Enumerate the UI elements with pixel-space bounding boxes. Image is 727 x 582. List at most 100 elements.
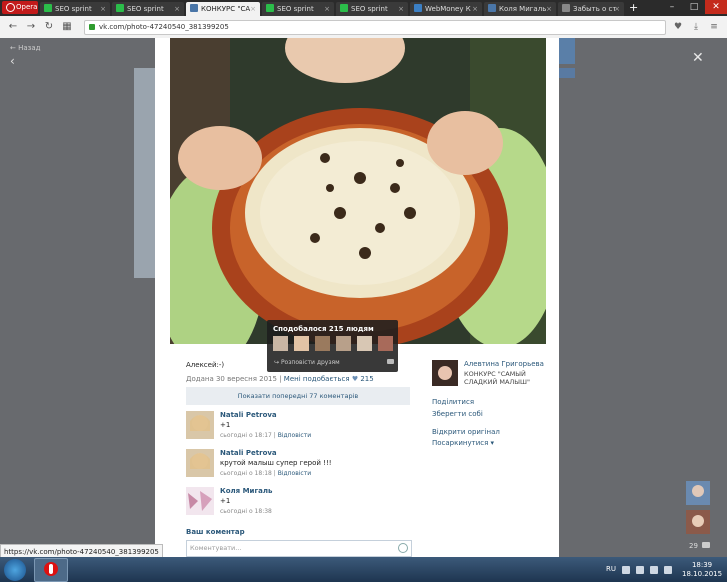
tab-close-icon[interactable]: × [614, 2, 620, 16]
opera-menu-button[interactable]: Opera [2, 1, 38, 14]
photo-date: Додана 30 вересня 2015 [186, 375, 277, 383]
volume-icon[interactable] [664, 566, 672, 574]
reply-link[interactable]: Відповісти [278, 470, 311, 477]
reload-button[interactable]: ↻ [42, 20, 56, 34]
tab-close-icon[interactable]: × [472, 2, 478, 16]
vk-header-background [559, 38, 575, 64]
show-previous-comments-button[interactable]: Показати попередні 77 коментарів [186, 387, 410, 405]
chat-online-count[interactable]: 29 [689, 542, 698, 550]
forward-button[interactable]: → [24, 20, 38, 34]
chat-contact-avatar[interactable] [686, 510, 710, 534]
liker-avatar[interactable] [273, 336, 288, 351]
comment-input[interactable]: Коментувати... [186, 540, 412, 557]
tab-favicon-icon [488, 4, 496, 12]
close-icon[interactable]: ✕ [692, 50, 704, 66]
reply-link[interactable]: Відповісти [278, 432, 311, 439]
download-icon[interactable]: ⤓ [690, 21, 702, 33]
comment-form-title: Ваш коментар [186, 528, 245, 536]
tab-close-icon[interactable]: × [100, 2, 106, 16]
back-button[interactable]: ← [6, 20, 20, 34]
browser-tab[interactable]: SEO sprint × [40, 2, 110, 16]
like-button[interactable]: Мені подобається [284, 375, 350, 383]
photo[interactable] [170, 38, 546, 344]
comment-author[interactable]: Коля Мигаль [220, 487, 272, 495]
photo-image [170, 38, 546, 344]
emoji-icon[interactable] [398, 543, 408, 553]
tab-close-icon[interactable]: × [546, 2, 552, 16]
comment-author[interactable]: Natali Petrova [220, 411, 277, 419]
windows-taskbar: RU 18:39 18.10.2015 [0, 557, 727, 582]
address-bar-row: ← → ↻ ▦ vk.com/photo-47240540_381399205 … [0, 16, 727, 39]
open-original-link[interactable]: Відкрити оригінал [432, 428, 500, 436]
url-input[interactable]: vk.com/photo-47240540_381399205 [84, 20, 666, 35]
share-link[interactable]: Поділитися [432, 398, 474, 406]
heart-icon[interactable]: ♥ [672, 21, 684, 33]
comment-item: Коля Мигаль +1 сьогодні о 18:38 [186, 487, 416, 521]
commenter-avatar[interactable] [186, 487, 214, 515]
more-actions-link[interactable]: Посаркинутися ▾ [432, 439, 494, 447]
chat-icon[interactable] [702, 542, 710, 548]
browser-tab[interactable]: SEO sprint × [262, 2, 334, 16]
browser-tab[interactable]: Коля Мигаль × [484, 2, 556, 16]
owner-name[interactable]: Алевтина Григорьева [464, 360, 544, 368]
liker-avatar[interactable] [357, 336, 372, 351]
language-indicator[interactable]: RU [606, 565, 616, 573]
tab-favicon-icon [44, 4, 52, 12]
home-grid-button[interactable]: ▦ [60, 20, 74, 34]
tab-close-icon[interactable]: × [324, 2, 330, 16]
browser-tab[interactable]: КОНКУРС "СА × [186, 2, 260, 16]
opera-taskbar-button[interactable] [34, 558, 68, 582]
likes-popup-title[interactable]: Сподобалося 215 людям [273, 325, 374, 333]
back-link[interactable]: ← Назад [10, 44, 41, 52]
opera-icon [44, 562, 58, 576]
tab-close-icon[interactable]: × [398, 2, 404, 16]
tab-favicon-icon [340, 4, 348, 12]
liker-avatar[interactable] [336, 336, 351, 351]
minimize-button[interactable]: – [661, 0, 683, 14]
browser-tab-bar: Opera SEO sprint × SEO sprint × КОНКУРС "СА ×… [0, 0, 727, 16]
commenter-avatar[interactable] [186, 411, 214, 439]
prev-photo-arrow-icon[interactable]: ‹ [10, 54, 15, 68]
menu-icon[interactable]: ≡ [708, 21, 720, 33]
album-name[interactable]: КОНКУРС "САМЫЙ СЛАДКИЙ МАЛЫШ" [464, 370, 554, 386]
comment-item: Natali Petrova +1 сьогодні о 18:17 | Від… [186, 411, 416, 445]
likes-popup: Сподобалося 215 людям ↪ Розповісти друзя… [267, 320, 398, 372]
tab-close-icon[interactable]: × [174, 2, 180, 16]
tab-favicon-icon [116, 4, 124, 12]
comment-text: +1 [220, 497, 231, 505]
owner-avatar[interactable] [432, 360, 458, 386]
tab-label: КОНКУРС "СА [201, 5, 251, 13]
photo-viewer: Алексей:-) Додана 30 вересня 2015 | Мені… [155, 38, 559, 557]
liker-avatar[interactable] [294, 336, 309, 351]
window-close-button[interactable]: ✕ [705, 0, 727, 14]
browser-tab[interactable]: Забыть о ст × [558, 2, 624, 16]
chat-contact-avatar[interactable] [686, 481, 710, 505]
browser-tab[interactable]: WebMoney К × [410, 2, 482, 16]
tab-label: Забыть о ст [573, 5, 617, 13]
browser-tab[interactable]: SEO sprint × [112, 2, 184, 16]
lock-icon [89, 24, 95, 30]
browser-tab[interactable]: SEO sprint × [336, 2, 408, 16]
heart-icon: ♥ [351, 375, 359, 383]
comment-bubble-icon[interactable] [387, 359, 394, 364]
comment-item: Natali Petrova крутой малыш супер герой … [186, 449, 416, 483]
display-icon[interactable] [650, 566, 658, 574]
liker-avatar[interactable] [378, 336, 393, 351]
commenter-avatar[interactable] [186, 449, 214, 477]
clock[interactable]: 18:39 18.10.2015 [682, 561, 722, 579]
vk-sidebar-background [134, 68, 155, 278]
liker-avatar[interactable] [315, 336, 330, 351]
maximize-button[interactable]: □ [683, 0, 705, 14]
tray-arrow-icon[interactable] [622, 566, 630, 574]
new-tab-button[interactable]: + [629, 2, 639, 14]
share-to-friends-link[interactable]: ↪ Розповісти друзям [274, 359, 340, 366]
tab-close-icon[interactable]: × [250, 2, 256, 16]
tab-label: SEO sprint [277, 5, 314, 13]
flag-icon[interactable] [636, 566, 644, 574]
comment-author[interactable]: Natali Petrova [220, 449, 277, 457]
tab-label: WebMoney К [425, 5, 471, 13]
start-button[interactable] [4, 559, 26, 581]
comment-meta: сьогодні о 18:18 | Відповісти [220, 470, 312, 477]
like-count[interactable]: 215 [360, 375, 373, 383]
save-link[interactable]: Зберегти собі [432, 410, 483, 418]
